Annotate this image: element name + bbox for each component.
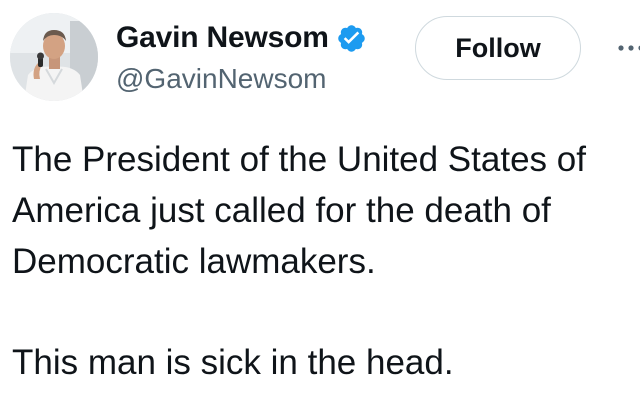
author-handle[interactable]: @GavinNewsom	[116, 63, 367, 95]
tweet-text-line: America just called for the death of	[12, 191, 551, 230]
more-options-icon[interactable]	[612, 30, 640, 66]
tweet-text-line: This man is sick in the head.	[12, 343, 454, 382]
tweet-card: Gavin Newsom @GavinNewsom Follow The Pre…	[0, 0, 640, 401]
paragraph-break	[12, 287, 638, 337]
avatar-photo	[10, 13, 98, 101]
author-names: Gavin Newsom @GavinNewsom	[116, 18, 367, 95]
author-avatar[interactable]	[10, 13, 98, 101]
verified-badge-icon[interactable]	[336, 23, 367, 54]
display-name-row: Gavin Newsom	[116, 18, 367, 58]
follow-button[interactable]: Follow	[415, 16, 581, 80]
tweet-header: Gavin Newsom @GavinNewsom Follow	[0, 0, 640, 110]
tweet-text-line: Democratic lawmakers.	[12, 242, 376, 281]
tweet-text-line: The President of the United States of	[12, 140, 586, 179]
author-display-name[interactable]: Gavin Newsom	[116, 21, 329, 55]
tweet-body: The President of the United States of Am…	[12, 134, 638, 388]
